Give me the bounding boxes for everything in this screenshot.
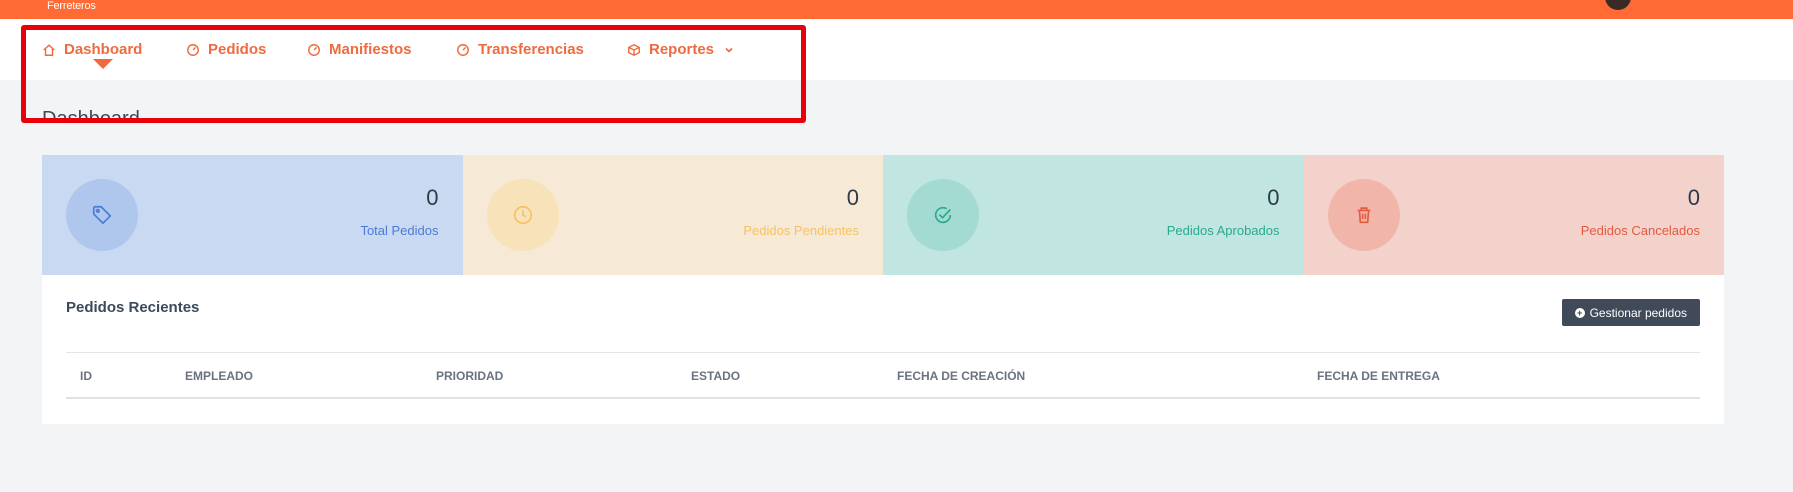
stat-total-pedidos: 0 Total Pedidos xyxy=(42,155,463,275)
plus-circle-icon: + xyxy=(1574,307,1585,318)
stat-value: 0 xyxy=(426,185,439,210)
column-header-estado[interactable]: ESTADO xyxy=(691,369,740,383)
home-icon xyxy=(43,43,55,56)
column-header-id[interactable]: ID xyxy=(80,369,92,383)
stat-label: Pedidos Pendientes xyxy=(743,223,859,238)
nav-manifiestos[interactable]: Manifiestos xyxy=(307,41,412,58)
column-header-fecha-entrega[interactable]: FECHA DE ENTREGA xyxy=(1317,369,1440,383)
trash-icon xyxy=(1357,207,1370,224)
main-navigation: Dashboard Pedidos Manifiestos Transferen… xyxy=(0,19,1793,80)
chevron-down-icon xyxy=(725,47,733,53)
stats-row: 0 Total Pedidos 0 Pedidos Pendientes 0 P… xyxy=(42,155,1724,275)
nav-pedidos-label: Pedidos xyxy=(208,41,267,58)
clock-icon xyxy=(513,205,532,225)
orders-table-header: ID EMPLEADO PRIORIDAD ESTADO FECHA DE CR… xyxy=(66,353,1700,399)
stat-icon-circle xyxy=(66,179,138,251)
page-title: Dashboard xyxy=(42,108,140,122)
column-header-fecha-creacion[interactable]: FECHA DE CREACIÓN xyxy=(897,369,1025,383)
user-avatar[interactable] xyxy=(1605,0,1631,10)
nav-manifiestos-label: Manifiestos xyxy=(329,41,412,58)
stat-label: Pedidos Cancelados xyxy=(1580,223,1700,238)
manage-orders-button[interactable]: + Gestionar pedidos xyxy=(1561,299,1700,326)
active-nav-indicator xyxy=(93,59,113,69)
recent-orders-title: Pedidos Recientes xyxy=(66,299,200,316)
tag-icon xyxy=(92,205,112,225)
gauge-icon xyxy=(457,43,469,56)
nav-dashboard-label: Dashboard xyxy=(64,41,143,58)
stat-pedidos-cancelados: 0 Pedidos Cancelados xyxy=(1303,155,1724,275)
stat-pedidos-aprobados: 0 Pedidos Aprobados xyxy=(883,155,1304,275)
gauge-icon xyxy=(308,43,320,56)
brand-name[interactable]: Ferreteros xyxy=(47,0,96,12)
stat-value: 0 xyxy=(1687,185,1700,210)
stat-pedidos-pendientes: 0 Pedidos Pendientes xyxy=(462,155,883,275)
stat-value: 0 xyxy=(846,185,859,210)
column-header-empleado[interactable]: EMPLEADO xyxy=(185,369,253,383)
stat-label: Total Pedidos xyxy=(360,223,439,238)
recent-orders-card: Pedidos Recientes + Gestionar pedidos ID… xyxy=(42,275,1724,424)
nav-pedidos[interactable]: Pedidos xyxy=(186,41,266,58)
stat-icon-circle xyxy=(1327,179,1400,251)
stat-value: 0 xyxy=(1267,185,1280,210)
stat-icon-circle xyxy=(907,179,979,251)
nav-reportes-label: Reportes xyxy=(649,41,715,58)
nav-transferencias-label: Transferencias xyxy=(478,41,584,58)
stat-label: Pedidos Aprobados xyxy=(1166,223,1280,238)
nav-dashboard[interactable]: Dashboard xyxy=(42,41,142,58)
top-bar: Ferreteros xyxy=(0,0,1793,19)
column-header-prioridad[interactable]: PRIORIDAD xyxy=(436,369,503,383)
stat-icon-circle xyxy=(486,179,559,251)
nav-transferencias[interactable]: Transferencias xyxy=(456,41,584,58)
gauge-icon xyxy=(187,43,199,56)
check-circle-icon xyxy=(934,206,952,224)
manage-orders-label: Gestionar pedidos xyxy=(1589,305,1687,320)
box-icon xyxy=(628,43,640,56)
nav-reportes[interactable]: Reportes xyxy=(627,41,734,58)
